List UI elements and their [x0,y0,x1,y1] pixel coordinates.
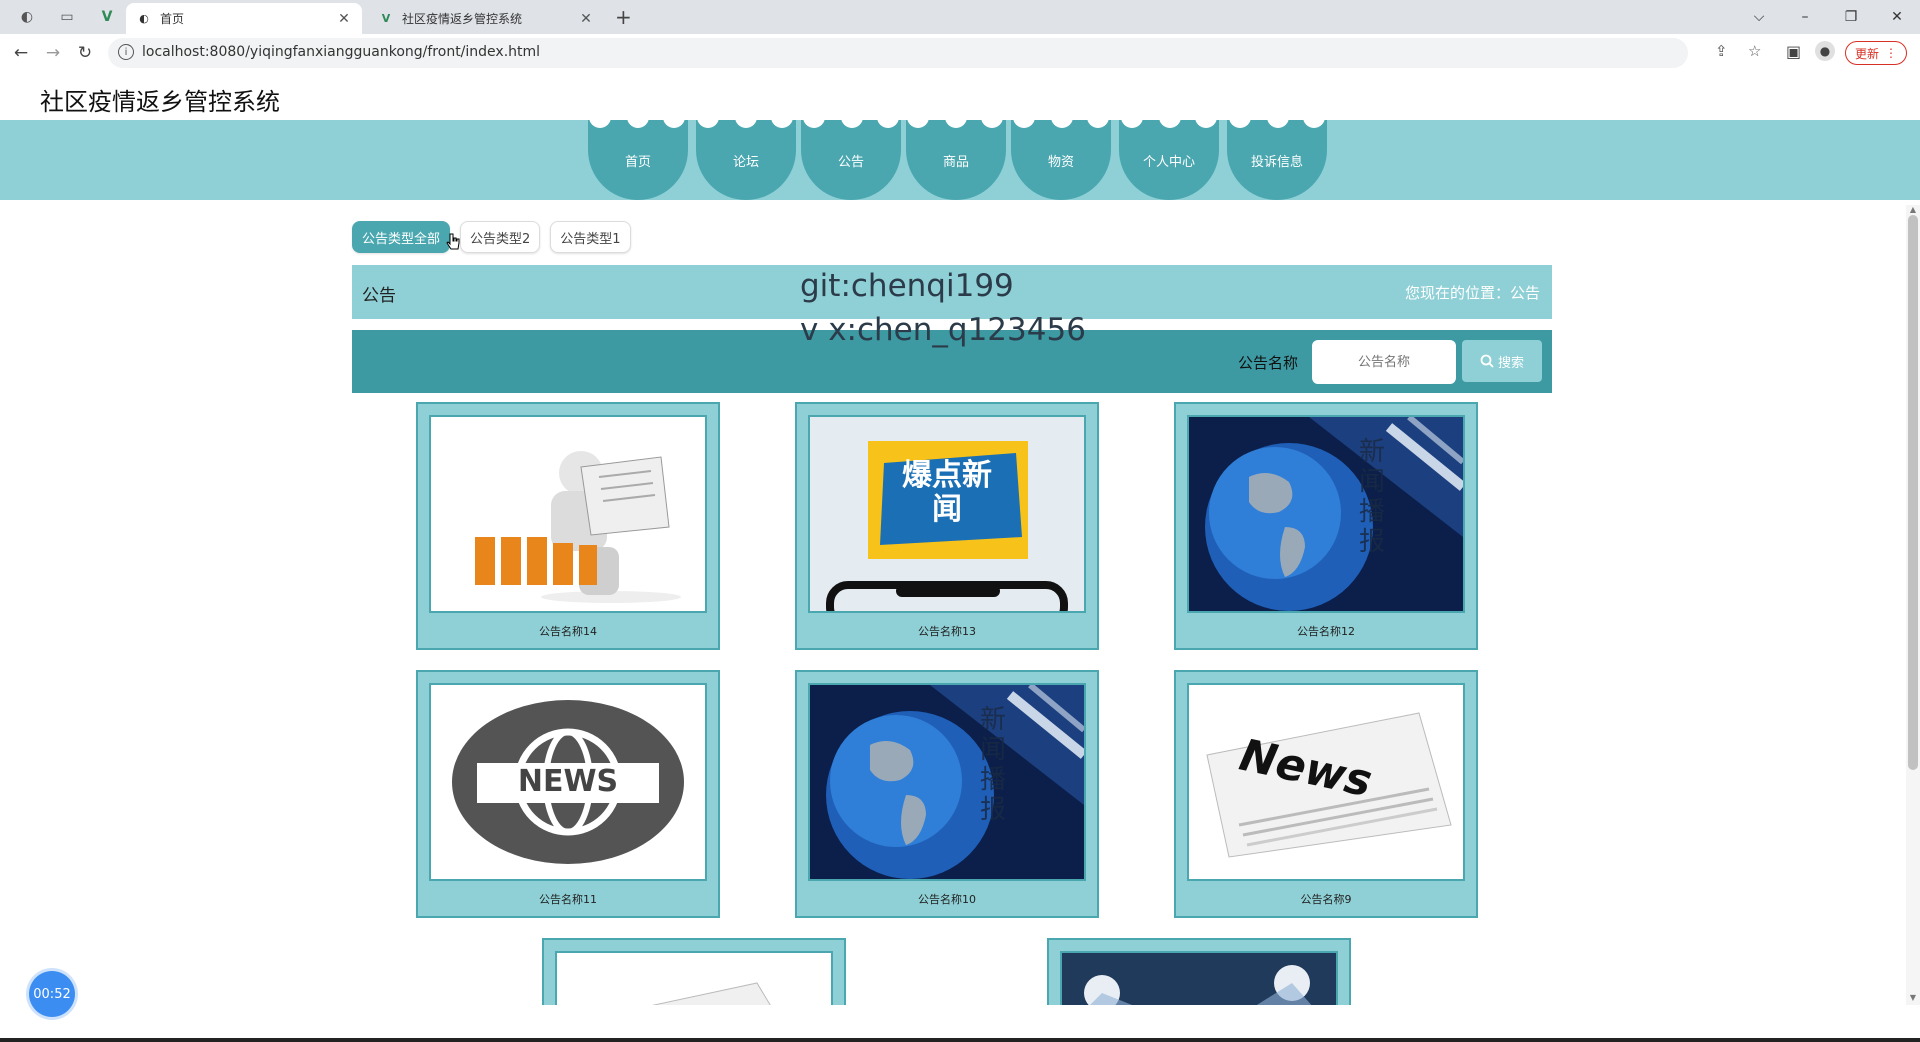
filter-chip-type1[interactable]: 公告类型1 [550,221,631,253]
address-bar[interactable]: i localhost:8080/yiqingfanxiangguankong/… [108,38,1761,68]
taskbar-edge [0,1038,1920,1042]
breaking-news-phone-image: 爆点新闻 [808,415,1086,613]
notice-card-caption: 公告名称9 [1300,893,1352,906]
page-fold [0,1005,1920,1042]
url-text[interactable]: localhost:8080/yiqingfanxiangguankong/fr… [142,44,540,60]
recording-timer-badge[interactable]: 00:52 [29,971,75,1017]
back-arrow-icon[interactable]: ← [8,40,34,66]
news-badge-text: NEWS [517,764,619,799]
hand-cursor-icon [446,233,460,250]
notice-card[interactable]: NEWS 公告名称11 [416,670,720,918]
tab-search-icon[interactable]: ⌵ [1736,0,1782,34]
tab-group-icon[interactable]: ▭ [52,0,82,34]
more-menu-icon: ⋮ [1885,46,1897,60]
browser-history-icon[interactable]: ◐ [12,0,42,34]
scroll-down-arrow-icon[interactable]: ▼ [1906,993,1920,1002]
notice-card[interactable]: 新闻播报 公告名称10 [795,670,1099,918]
search-input[interactable] [1312,340,1456,384]
notice-card[interactable]: 公告名称14 [416,402,720,650]
tab-home[interactable]: ◐ 首页 ✕ [126,3,362,34]
globe-broadcast-image: 新闻播报 [1187,415,1465,613]
new-tab-button[interactable]: + [615,5,632,29]
breaking-news-text: 爆点新闻 [902,458,992,527]
newspaper-image: News [1187,683,1465,881]
globe-icon: ◐ [139,12,149,25]
news-globe-badge-image: NEWS [429,683,707,881]
page-title: 公告 [362,286,396,306]
close-tab-icon[interactable]: ✕ [578,11,594,27]
sidebar-panel-icon[interactable]: ▣ [1786,42,1801,61]
update-button[interactable]: 更新 ⋮ [1845,41,1907,65]
address-toolbar: ← → ↻ i localhost:8080/yiqingfanxianggua… [0,34,1920,73]
notice-card-caption: 公告名称13 [918,625,976,638]
watermark-line: v x:chen_q123456 [800,312,1086,348]
reload-icon[interactable]: ↻ [72,40,98,66]
notice-card[interactable]: 爆点新闻 公告名称13 [795,402,1099,650]
notice-card-caption: 公告名称12 [1297,625,1355,638]
notice-card[interactable]: News 公告名称9 [1174,670,1478,918]
tab-system[interactable]: V 社区疫情返乡管控系统 ✕ [368,3,604,34]
site-info-icon[interactable]: i [118,44,134,60]
notice-card-caption: 公告名称14 [539,625,597,638]
search-button-label: 搜索 [1497,355,1524,371]
search-icon [1480,354,1494,368]
scrollbar-thumb[interactable] [1908,215,1918,770]
close-tab-icon[interactable]: ✕ [336,11,352,27]
watermark-line: git:chenqi199 [800,268,1014,304]
profile-avatar-icon[interactable]: ● [1815,41,1835,61]
search-label: 公告名称 [1238,354,1299,372]
notice-card[interactable]: 新闻播报 公告名称12 [1174,402,1478,650]
tab-title: 社区疫情返乡管控系统 [402,12,523,26]
scroll-up-arrow-icon[interactable]: ▲ [1906,205,1920,214]
share-icon[interactable]: ⇪ [1715,42,1728,60]
notice-card-caption: 公告名称11 [539,893,597,906]
broadcast-vertical-text: 新闻播报 [1359,437,1386,557]
globe-broadcast-image: 新闻播报 [808,683,1086,881]
notice-type-filters: 公告类型全部 公告类型2 公告类型1 [352,221,631,253]
news-reader-image [429,415,707,613]
search-button[interactable]: 搜索 [1462,340,1542,382]
broadcast-vertical-text: 新闻播报 [980,705,1007,825]
restore-button[interactable]: ❐ [1828,0,1874,34]
tab-title: 首页 [160,12,185,26]
notice-card-caption: 公告名称10 [918,893,976,906]
breadcrumb: 您现在的位置：公告 [1404,284,1540,302]
forward-arrow-icon[interactable]: → [40,40,66,66]
bookmark-star-icon[interactable]: ☆ [1748,42,1761,60]
filter-chip-type2[interactable]: 公告类型2 [460,221,541,253]
vue-logo-icon[interactable]: V [92,0,122,34]
minimize-button[interactable]: – [1782,0,1828,34]
update-label: 更新 [1854,46,1879,61]
window-close-button[interactable]: ✕ [1874,0,1920,34]
site-title: 社区疫情返乡管控系统 [40,88,280,116]
vue-logo-icon: V [381,12,391,25]
filter-chip-all[interactable]: 公告类型全部 [352,221,451,253]
browser-tab-strip: ◐ ▭ V ◐ 首页 ✕ V 社区疫情返乡管控系统 ✕ + ⌵ – ❐ ✕ [0,0,1920,34]
